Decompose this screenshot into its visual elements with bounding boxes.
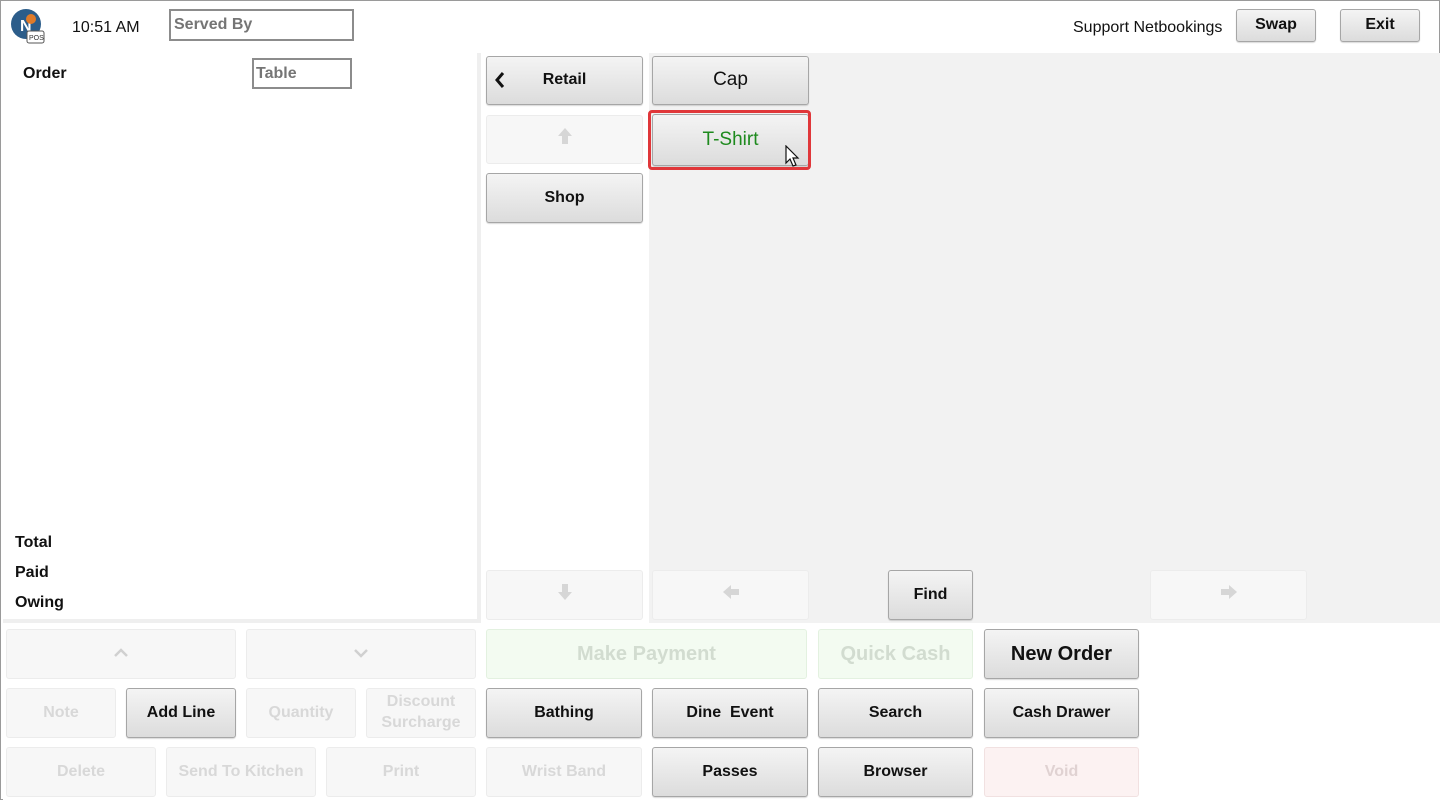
arrow-down-icon	[557, 583, 573, 608]
product-prev-page-button[interactable]	[652, 570, 809, 620]
chevron-left-icon	[493, 69, 507, 98]
note-button[interactable]: Note	[6, 688, 116, 738]
quick-cash-button[interactable]: Quick Cash	[818, 629, 973, 679]
wrist-band-button[interactable]: Wrist Band	[486, 747, 642, 797]
table-input[interactable]	[252, 58, 352, 89]
print-button[interactable]: Print	[326, 747, 476, 797]
owing-label: Owing	[15, 594, 64, 611]
exit-button[interactable]: Exit	[1340, 9, 1420, 42]
back-retail-button[interactable]: Retail	[486, 56, 643, 105]
discount-surcharge-button[interactable]: Discount Surcharge	[366, 688, 476, 738]
arrow-left-icon	[722, 584, 740, 607]
passes-button[interactable]: Passes	[652, 747, 808, 797]
chevron-up-icon	[113, 644, 129, 665]
delete-button[interactable]: Delete	[6, 747, 156, 797]
line-scroll-up-button[interactable]	[6, 629, 236, 679]
order-panel	[3, 53, 481, 623]
order-label: Order	[23, 65, 67, 82]
send-to-kitchen-button[interactable]: Send To Kitchen	[166, 747, 316, 797]
clock-time: 10:51 AM	[72, 19, 140, 36]
product-next-page-button[interactable]	[1150, 570, 1307, 620]
swap-button[interactable]: Swap	[1236, 9, 1316, 42]
make-payment-button[interactable]: Make Payment	[486, 629, 807, 679]
search-button[interactable]: Search	[818, 688, 973, 738]
back-retail-label: Retail	[542, 71, 587, 89]
line-scroll-down-button[interactable]	[246, 629, 476, 679]
cash-drawer-button[interactable]: Cash Drawer	[984, 688, 1139, 738]
app-logo: N POS	[9, 7, 45, 45]
paid-label: Paid	[15, 564, 49, 581]
category-scroll-down-button[interactable]	[486, 570, 643, 620]
category-scroll-up-button[interactable]	[486, 115, 643, 164]
void-button[interactable]: Void	[984, 747, 1139, 797]
dine-event-button[interactable]: Dine Event	[652, 688, 808, 738]
new-order-button[interactable]: New Order	[984, 629, 1139, 679]
browser-button[interactable]: Browser	[818, 747, 973, 797]
quantity-button[interactable]: Quantity	[246, 688, 356, 738]
user-name: Support Netbookings	[1073, 19, 1223, 36]
product-cap-button[interactable]: Cap	[652, 56, 809, 105]
find-button[interactable]: Find	[888, 570, 973, 620]
bathing-button[interactable]: Bathing	[486, 688, 642, 738]
category-shop-button[interactable]: Shop	[486, 173, 643, 223]
pos-window: N POS 10:51 AM Support Netbookings Swap …	[0, 0, 1440, 800]
served-by-input[interactable]	[169, 9, 354, 41]
total-label: Total	[15, 534, 53, 551]
mouse-cursor-icon	[785, 144, 801, 169]
arrow-up-icon	[557, 127, 573, 152]
chevron-down-icon	[353, 644, 369, 665]
add-line-button[interactable]: Add Line	[126, 688, 236, 738]
arrow-right-icon	[1220, 584, 1238, 607]
svg-text:POS: POS	[29, 35, 44, 42]
